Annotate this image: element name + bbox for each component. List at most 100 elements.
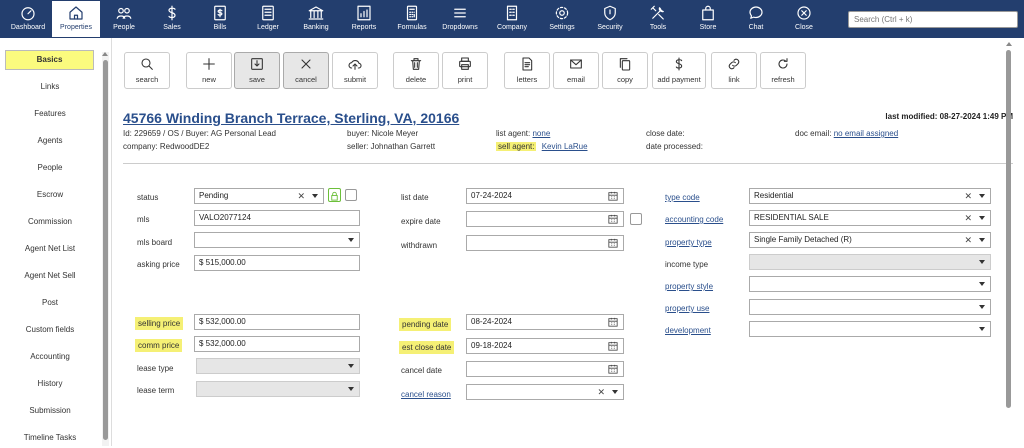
nav-bills[interactable]: Bills	[196, 1, 244, 37]
email-button[interactable]: email	[553, 52, 599, 89]
link-button[interactable]: link	[711, 52, 757, 89]
chevron-down-icon[interactable]	[312, 194, 318, 198]
chevron-down-icon[interactable]	[979, 327, 985, 331]
expire-date-date-picker[interactable]	[466, 211, 624, 227]
sidebar-item-agent-net-sell[interactable]: Agent Net Sell	[0, 266, 100, 286]
mls-input[interactable]: VALO2077124	[194, 210, 360, 226]
clear-icon[interactable]: ✕	[597, 385, 605, 399]
nav-ledger[interactable]: Ledger	[244, 1, 292, 37]
nav-chat[interactable]: Chat	[732, 1, 780, 37]
clear-icon[interactable]: ✕	[964, 189, 972, 203]
accounting-code-select[interactable]: RESIDENTIAL SALE ✕	[749, 210, 991, 226]
chevron-down-icon[interactable]	[979, 305, 985, 309]
property-style-select[interactable]	[749, 276, 991, 292]
sidebar-item-basics[interactable]: Basics	[5, 50, 94, 70]
save-button[interactable]: save	[234, 52, 280, 89]
submit-button[interactable]: submit	[332, 52, 378, 89]
development-select[interactable]	[749, 321, 991, 337]
doc-email-link[interactable]: no email assigned	[834, 129, 898, 138]
property-type-select[interactable]: Single Family Detached (R) ✕	[749, 232, 991, 248]
chevron-down-icon[interactable]	[979, 282, 985, 286]
sidebar-item-timeline-tasks[interactable]: Timeline Tasks	[0, 428, 100, 448]
est-close-date-date-picker[interactable]: 09-18-2024	[466, 338, 624, 354]
nav-security[interactable]: Security	[586, 1, 634, 37]
nav-properties[interactable]: Properties	[52, 1, 100, 37]
nav-formulas[interactable]: Formulas	[388, 1, 436, 37]
status-checkbox[interactable]	[345, 189, 357, 201]
selling-price-input[interactable]: $ 532,000.00	[194, 314, 360, 330]
calendar-icon[interactable]	[608, 341, 618, 351]
sidebar-item-post[interactable]: Post	[0, 293, 100, 313]
chevron-down-icon[interactable]	[979, 216, 985, 220]
add-payment-button[interactable]: add payment	[652, 52, 706, 89]
nav-company[interactable]: Company	[488, 1, 536, 37]
nav-settings[interactable]: Settings	[538, 1, 586, 37]
chevron-down-icon[interactable]	[348, 387, 354, 391]
type-code-label[interactable]: type code	[665, 191, 700, 204]
calendar-icon[interactable]	[608, 364, 618, 374]
scroll-up-arrow[interactable]	[102, 52, 108, 56]
list-agent-link[interactable]: none	[532, 129, 550, 138]
asking-price-input[interactable]: $ 515,000.00	[194, 255, 360, 271]
nav-people[interactable]: People	[100, 1, 148, 37]
copy-button[interactable]: copy	[602, 52, 648, 89]
chevron-down-icon[interactable]	[348, 238, 354, 242]
expire-date-checkbox[interactable]	[630, 213, 642, 225]
clear-icon[interactable]: ✕	[964, 233, 972, 247]
sidebar-item-features[interactable]: Features	[0, 104, 100, 124]
property-use-select[interactable]	[749, 299, 991, 315]
cancel-reason-select[interactable]: ✕	[466, 384, 624, 400]
chevron-down-icon[interactable]	[612, 390, 618, 394]
search-button[interactable]: search	[124, 52, 170, 89]
sidebar-scrollbar[interactable]	[102, 52, 109, 446]
property-type-label[interactable]: property type	[665, 236, 712, 249]
sidebar-item-links[interactable]: Links	[0, 77, 100, 97]
nav-banking[interactable]: Banking	[292, 1, 340, 37]
cancel-reason-label[interactable]: cancel reason	[401, 388, 451, 401]
calendar-icon[interactable]	[608, 191, 618, 201]
accounting-code-label[interactable]: accounting code	[665, 213, 723, 226]
global-search-input[interactable]	[848, 11, 1018, 28]
sidebar-item-people[interactable]: People	[0, 158, 100, 178]
status-lock-toggle[interactable]	[328, 188, 341, 202]
scroll-up-arrow[interactable]	[1006, 42, 1012, 46]
withdrawn-date-picker[interactable]	[466, 235, 624, 251]
chevron-down-icon[interactable]	[979, 238, 985, 242]
cancel-button[interactable]: cancel	[283, 52, 329, 89]
sell-agent-link[interactable]: Kevin LaRue	[542, 142, 588, 151]
property-style-label[interactable]: property style	[665, 280, 713, 293]
pending-date-date-picker[interactable]: 08-24-2024	[466, 314, 624, 330]
refresh-button[interactable]: refresh	[760, 52, 806, 89]
nav-reports[interactable]: Reports	[340, 1, 388, 37]
sidebar-item-agent-net-list[interactable]: Agent Net List	[0, 239, 100, 259]
cancel-date-date-picker[interactable]	[466, 361, 624, 377]
sidebar-item-submission[interactable]: Submission	[0, 401, 100, 421]
nav-sales[interactable]: Sales	[148, 1, 196, 37]
sidebar-item-custom-fields[interactable]: Custom fields	[0, 320, 100, 340]
status-select[interactable]: Pending ✕	[194, 188, 324, 204]
chevron-down-icon[interactable]	[348, 364, 354, 368]
nav-store[interactable]: Store	[684, 1, 732, 37]
calendar-icon[interactable]	[608, 317, 618, 327]
delete-button[interactable]: delete	[393, 52, 439, 89]
clear-icon[interactable]: ✕	[297, 189, 305, 203]
sidebar-item-commission[interactable]: Commission	[0, 212, 100, 232]
calendar-icon[interactable]	[608, 238, 618, 248]
nav-close[interactable]: Close	[780, 1, 828, 37]
print-button[interactable]: print	[442, 52, 488, 89]
new-button[interactable]: new	[186, 52, 232, 89]
property-use-label[interactable]: property use	[665, 302, 709, 315]
letters-button[interactable]: letters	[504, 52, 550, 89]
development-label[interactable]: development	[665, 324, 711, 337]
chevron-down-icon[interactable]	[979, 260, 985, 264]
comm-price-input[interactable]: $ 532,000.00	[194, 336, 360, 352]
mls-board-select[interactable]	[194, 232, 360, 248]
main-scrollbar[interactable]	[1004, 40, 1013, 446]
sidebar-item-escrow[interactable]: Escrow	[0, 185, 100, 205]
nav-dropdowns[interactable]: Dropdowns	[436, 1, 484, 37]
nav-dashboard[interactable]: Dashboard	[4, 1, 52, 37]
sidebar-item-accounting[interactable]: Accounting	[0, 347, 100, 367]
nav-tools[interactable]: Tools	[634, 1, 682, 37]
sidebar-item-history[interactable]: History	[0, 374, 100, 394]
calendar-icon[interactable]	[608, 214, 618, 224]
